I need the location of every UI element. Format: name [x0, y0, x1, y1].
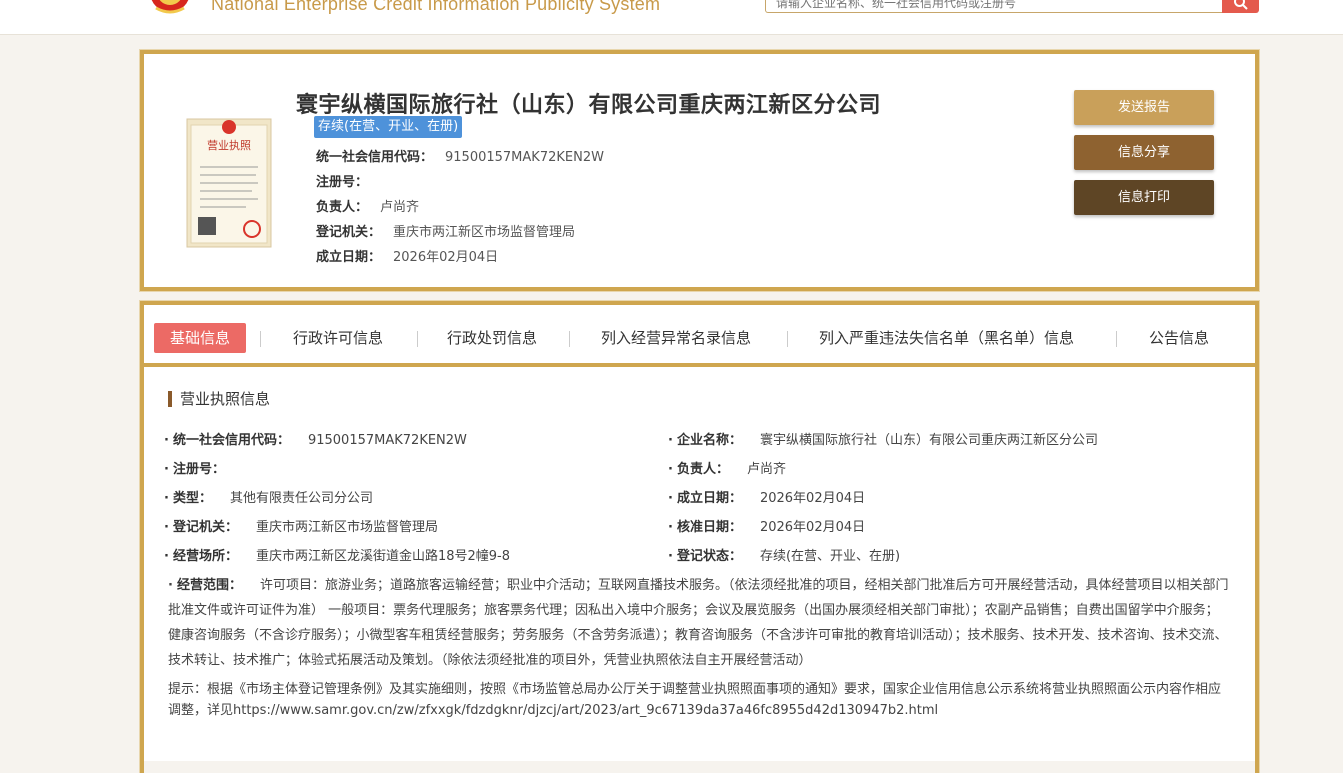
- field-label: 登记机关：: [316, 225, 382, 240]
- field-value: 重庆市两江新区龙溪街道金山路18号2幢9-8: [255, 549, 511, 564]
- field-label: 统一社会信用代码：: [316, 150, 434, 165]
- field-established-date: · 成立日期： 2026年02月04日: [668, 491, 866, 506]
- field-company-name: · 企业名称： 寰宇纵横国际旅行社（山东）有限公司重庆两江新区分公司: [668, 433, 1098, 448]
- field-value: 寰宇纵横国际旅行社（山东）有限公司重庆两江新区分公司: [759, 433, 1098, 448]
- search-button[interactable]: [1222, 0, 1259, 13]
- field-value: 卢尚齐: [746, 462, 786, 477]
- tab-abnormal-operation[interactable]: 列入经营异常名录信息: [601, 323, 751, 353]
- field-label: 经营场所：: [172, 549, 238, 564]
- search-input[interactable]: [766, 0, 1224, 12]
- svg-text:营业执照: 营业执照: [207, 138, 251, 152]
- summary-principal-row: 负责人： 卢尚齐: [316, 196, 419, 215]
- tab-divider: [787, 331, 788, 347]
- field-label: 经营范围：: [176, 578, 242, 593]
- field-credit-code: · 统一社会信用代码： 91500157MAK72KEN2W: [164, 433, 467, 448]
- field-label: 登记机关：: [172, 520, 238, 535]
- field-value: 2026年02月04日: [393, 250, 499, 265]
- info-tabs: 基础信息 行政许可信息 行政处罚信息 列入经营异常名录信息 列入严重违法失信名单…: [144, 305, 1255, 367]
- field-value: 存续(在营、开业、在册): [759, 549, 901, 564]
- site-header: National Enterprise Credit Information P…: [0, 0, 1343, 35]
- card-bottom-divider: [144, 761, 1255, 773]
- tab-divider: [1116, 331, 1117, 347]
- business-scope-text: 许可项目：旅游业务；道路旅客运输经营；职业中介活动；互联网直播技术服务。（依法须…: [168, 578, 1229, 668]
- business-license-thumbnail[interactable]: 营业执照: [186, 113, 272, 249]
- field-label: 成立日期：: [316, 250, 382, 265]
- tab-announcements[interactable]: 公告信息: [1149, 323, 1209, 353]
- search-icon: [1233, 0, 1248, 10]
- national-emblem-icon: [146, 0, 194, 16]
- details-card: 基础信息 行政许可信息 行政处罚信息 列入经营异常名录信息 列入严重违法失信名单…: [140, 301, 1259, 773]
- field-registration-status: · 登记状态： 存续(在营、开业、在册): [668, 549, 901, 564]
- status-badge: 存续(在营、开业、在册): [314, 116, 463, 138]
- print-button[interactable]: 信息打印: [1074, 180, 1214, 215]
- summary-authority-row: 登记机关： 重庆市两江新区市场监督管理局: [316, 221, 575, 240]
- tab-basic-info[interactable]: 基础信息: [154, 323, 247, 353]
- site-title: National Enterprise Credit Information P…: [211, 0, 661, 14]
- field-label: 核准日期：: [676, 520, 742, 535]
- tab-blacklist[interactable]: 列入严重违法失信名单（黑名单）信息: [819, 323, 1074, 353]
- field-authority: · 登记机关： 重庆市两江新区市场监督管理局: [164, 520, 438, 535]
- section-title: 营业执照信息: [168, 391, 270, 407]
- field-value: 91500157MAK72KEN2W: [307, 433, 467, 448]
- field-value: 2026年02月04日: [759, 491, 866, 506]
- summary-established-row: 成立日期： 2026年02月04日: [316, 246, 498, 265]
- field-value: 重庆市两江新区市场监督管理局: [255, 520, 438, 535]
- field-value: 2026年02月04日: [759, 520, 866, 535]
- field-label: 登记状态：: [676, 549, 742, 564]
- summary-reg-no-row: 注册号：: [316, 171, 380, 190]
- field-value: 91500157MAK72KEN2W: [445, 150, 604, 165]
- search-box: [765, 0, 1225, 13]
- tab-divider: [417, 331, 418, 347]
- field-value: 重庆市两江新区市场监督管理局: [393, 225, 576, 240]
- notice-text: 提示：根据《市场主体登记管理条例》及其实施细则，按照《市场监管总局办公厅关于调整…: [168, 682, 1222, 718]
- field-label: 类型：: [172, 491, 212, 506]
- business-scope: · 经营范围： 许可项目：旅游业务；道路旅客运输经营；职业中介活动；互联网直播技术服…: [168, 578, 1229, 668]
- field-business-address: · 经营场所： 重庆市两江新区龙溪街道金山路18号2幢9-8: [164, 549, 511, 564]
- field-label: 统一社会信用代码：: [172, 433, 290, 448]
- field-value: 其他有限责任公司分公司: [229, 491, 373, 506]
- company-name: 寰宇纵横国际旅行社（山东）有限公司重庆两江新区分公司: [296, 93, 882, 118]
- field-label: 负责人：: [316, 200, 369, 215]
- field-label: 负责人：: [676, 462, 729, 477]
- tab-divider: [569, 331, 570, 347]
- share-button[interactable]: 信息分享: [1074, 135, 1214, 170]
- tab-administrative-penalty[interactable]: 行政处罚信息: [447, 323, 537, 353]
- field-label: 成立日期：: [676, 491, 742, 506]
- field-value: 卢尚齐: [380, 200, 420, 215]
- field-reg-no: · 注册号：: [164, 462, 225, 477]
- field-label: 注册号：: [316, 175, 369, 190]
- tab-divider: [260, 331, 261, 347]
- field-label: 注册号：: [172, 462, 225, 477]
- field-type: · 类型： 其他有限责任公司分公司: [164, 491, 373, 506]
- tab-administrative-license[interactable]: 行政许可信息: [293, 323, 383, 353]
- send-report-button[interactable]: 发送报告: [1074, 90, 1214, 125]
- field-label: 企业名称：: [676, 433, 742, 448]
- field-principal: · 负责人： 卢尚齐: [668, 462, 786, 477]
- company-summary-card: 营业执照 寰宇纵横国际旅行社（山东）有限公司重庆两江新区分公司 存续(在营、开业…: [140, 50, 1259, 291]
- summary-credit-code-row: 统一社会信用代码： 91500157MAK72KEN2W: [316, 146, 604, 165]
- field-approval-date: · 核准日期： 2026年02月04日: [668, 520, 866, 535]
